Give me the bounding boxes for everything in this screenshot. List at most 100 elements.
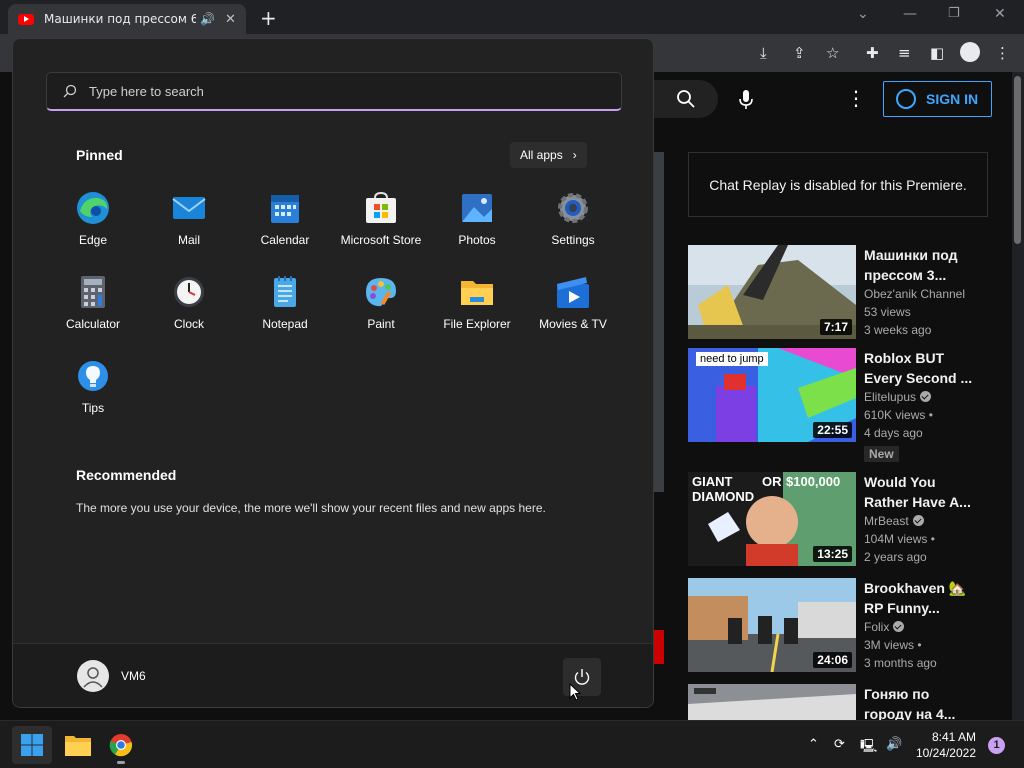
user-avatar-icon[interactable] bbox=[77, 660, 109, 692]
sync-icon[interactable]: ⟳ bbox=[834, 737, 845, 752]
new-tab-icon[interactable]: + bbox=[260, 6, 277, 30]
thumbnail-overlay-or: OR bbox=[762, 474, 782, 489]
subscribe-button-edge bbox=[654, 630, 664, 664]
youtube-search-button[interactable] bbox=[654, 80, 718, 118]
pinned-app-tips[interactable]: Tips bbox=[45, 359, 141, 439]
chevron-down-icon[interactable]: ⌄ bbox=[857, 6, 869, 22]
video-duration: 22:55 bbox=[813, 422, 852, 438]
restore-icon[interactable]: ❐ bbox=[948, 6, 960, 21]
notification-badge[interactable]: 1 bbox=[988, 737, 1005, 754]
video-title[interactable]: Would You Rather Have A... bbox=[864, 472, 974, 512]
video-channel[interactable]: Obez'anik Channel bbox=[864, 287, 965, 301]
close-window-icon[interactable]: ✕ bbox=[994, 6, 1006, 22]
video-title[interactable]: Brookhaven 🏡 RP Funny... bbox=[864, 578, 974, 618]
pinned-app-edge[interactable]: Edge bbox=[45, 191, 141, 271]
media-icon[interactable]: ≡ bbox=[898, 44, 911, 62]
video-thumbnail[interactable]: 24:06 bbox=[688, 578, 856, 672]
speaker-icon[interactable]: 🔊 bbox=[200, 12, 215, 26]
recommended-video[interactable]: need to jump 22:55 Roblox BUT Every Seco… bbox=[688, 348, 988, 468]
video-duration: 24:06 bbox=[813, 652, 852, 668]
recommended-video[interactable]: 7:17 Машинки под прессом 3... Obez'anik … bbox=[688, 245, 988, 345]
pinned-app-calculator[interactable]: Calculator bbox=[45, 275, 141, 355]
start-search-input[interactable]: Type here to search bbox=[46, 72, 622, 111]
sign-in-button[interactable]: SIGN IN bbox=[883, 81, 992, 117]
pinned-app-clock[interactable]: Clock bbox=[141, 275, 237, 355]
video-title[interactable]: Машинки под прессом 3... bbox=[864, 245, 974, 285]
pinned-app-calendar[interactable]: Calendar bbox=[237, 191, 333, 271]
app-label: Calendar bbox=[260, 233, 310, 247]
pinned-app-mail[interactable]: Mail bbox=[141, 191, 237, 271]
extensions-icon[interactable]: ✚ bbox=[866, 44, 879, 62]
star-icon[interactable]: ☆ bbox=[826, 44, 839, 62]
mouse-cursor-icon bbox=[569, 683, 581, 701]
recommended-video[interactable]: 24:06 Brookhaven 🏡 RP Funny... Folix 3M … bbox=[688, 578, 988, 678]
volume-icon[interactable]: 🔊 bbox=[886, 737, 902, 752]
video-thumbnail[interactable]: GIANT DIAMOND OR $100,000 13:25 bbox=[688, 472, 856, 566]
video-age: 4 days ago bbox=[864, 426, 923, 440]
app-label: Calculator bbox=[65, 317, 121, 331]
video-thumbnail[interactable]: 7:17 bbox=[688, 245, 856, 339]
file-explorer-icon bbox=[65, 736, 91, 756]
start-footer: VM6 bbox=[13, 643, 653, 707]
taskbar-chrome[interactable] bbox=[101, 726, 141, 764]
start-button[interactable] bbox=[12, 726, 52, 764]
pinned-app-paint[interactable]: Paint bbox=[333, 275, 429, 355]
video-views: 53 views bbox=[864, 305, 911, 319]
video-channel[interactable]: MrBeast bbox=[864, 514, 924, 528]
recommended-video[interactable]: GIANT DIAMOND OR $100,000 13:25 Would Yo… bbox=[688, 472, 988, 572]
app-label: Notepad bbox=[262, 317, 308, 331]
microphone-icon[interactable] bbox=[728, 82, 764, 118]
video-age: 2 years ago bbox=[864, 550, 927, 564]
thumbnail-overlay-text: need to jump bbox=[696, 352, 768, 366]
pinned-app-photos[interactable]: Photos bbox=[429, 191, 525, 271]
taskbar: ⌃ ⟳ 🖳 🔊 8:41 AM 10/24/2022 1 bbox=[0, 720, 1024, 768]
pinned-app-movies-tv[interactable]: Movies & TV bbox=[525, 275, 621, 355]
new-badge: New bbox=[864, 446, 899, 462]
network-icon[interactable]: 🖳 bbox=[860, 737, 877, 759]
video-title[interactable]: Roblox BUT Every Second ... bbox=[864, 348, 974, 388]
clock-time: 8:41 AM bbox=[931, 730, 976, 744]
close-tab-icon[interactable]: ✕ bbox=[225, 12, 236, 27]
search-placeholder: Type here to search bbox=[89, 83, 204, 99]
tips-icon bbox=[76, 359, 110, 393]
search-icon bbox=[63, 84, 77, 98]
video-channel[interactable]: Elitelupus bbox=[864, 390, 932, 404]
share-icon[interactable]: ⇪ bbox=[793, 44, 806, 62]
clock-date: 10/24/2022 bbox=[915, 746, 976, 760]
scrollbar-thumb[interactable] bbox=[1014, 76, 1021, 244]
paint-icon bbox=[364, 275, 398, 309]
kebab-icon[interactable]: ⋮ bbox=[995, 44, 1010, 62]
install-icon[interactable]: ⤓ bbox=[760, 44, 767, 62]
account-icon bbox=[896, 89, 916, 109]
chat-replay-text: Chat Replay is disabled for this Premier… bbox=[709, 176, 967, 193]
calendar-icon bbox=[268, 191, 302, 225]
store-icon bbox=[364, 191, 398, 225]
video-title[interactable]: Гоняю по городу на 4... bbox=[864, 684, 974, 720]
all-apps-button[interactable]: All apps › bbox=[510, 142, 587, 168]
pinned-app-settings[interactable]: Settings bbox=[525, 191, 621, 271]
taskbar-clock[interactable]: 8:41 AM 10/24/2022 bbox=[908, 729, 976, 761]
minimize-icon[interactable]: — bbox=[903, 6, 917, 22]
pinned-app-file-explorer[interactable]: File Explorer bbox=[429, 275, 525, 355]
youtube-settings-icon[interactable]: ⋮ bbox=[846, 86, 866, 110]
pinned-app-notepad[interactable]: Notepad bbox=[237, 275, 333, 355]
app-label: File Explorer bbox=[443, 317, 511, 331]
calculator-icon bbox=[76, 275, 110, 309]
recommended-video[interactable]: Гоняю по городу на 4... bbox=[688, 684, 988, 720]
video-channel[interactable]: Folix bbox=[864, 620, 905, 634]
video-thumbnail[interactable] bbox=[688, 684, 856, 720]
video-thumbnail[interactable]: need to jump 22:55 bbox=[688, 348, 856, 442]
movies-icon bbox=[556, 275, 590, 309]
profile-icon[interactable] bbox=[960, 42, 980, 62]
video-duration: 7:17 bbox=[819, 319, 852, 335]
user-name[interactable]: VM6 bbox=[121, 669, 146, 683]
taskbar-file-explorer[interactable] bbox=[58, 726, 98, 764]
video-age: 3 months ago bbox=[864, 656, 937, 670]
sidebar-icon[interactable]: ◧ bbox=[930, 44, 944, 62]
chrome-icon bbox=[109, 734, 133, 757]
pinned-app-microsoft-store[interactable]: Microsoft Store bbox=[333, 191, 429, 271]
chevron-up-icon[interactable]: ⌃ bbox=[808, 737, 819, 752]
channel-name: MrBeast bbox=[864, 514, 909, 528]
browser-tab[interactable]: Машинки под прессом 6 ча 🔊 ✕ bbox=[8, 4, 246, 34]
chevron-right-icon: › bbox=[572, 148, 577, 162]
